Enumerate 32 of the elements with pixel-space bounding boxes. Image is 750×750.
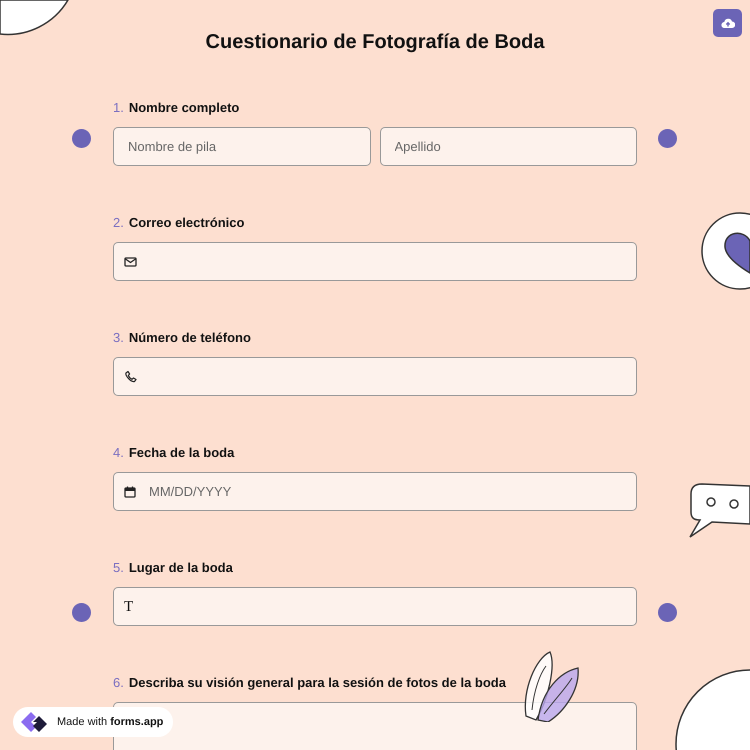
question-label: Describa su visión general para la sesión de fotos de la boda [128, 674, 506, 692]
speech-bubble-drawing [688, 482, 750, 540]
form-title: Cuestionario de Fotografía de Boda [204, 30, 546, 55]
question-number: 5. [113, 559, 124, 577]
leaves-drawing [522, 650, 582, 722]
question-label: Fecha de la boda [128, 444, 234, 462]
input-field[interactable]: MM/DD/YYYY [113, 472, 637, 511]
input-field[interactable] [113, 242, 637, 281]
text-icon: T [124, 598, 134, 614]
question-label: Nombre completo [128, 99, 240, 117]
input-field[interactable]: Nombre de pila [113, 127, 370, 166]
question-label: Número de teléfono [128, 329, 251, 347]
question-number: 3. [113, 329, 124, 347]
question-label: Correo electrónico [128, 214, 244, 232]
input-field[interactable] [113, 357, 637, 396]
question-number: 1. [113, 99, 124, 117]
dot-decoration [72, 603, 91, 622]
dot-decoration [658, 129, 677, 148]
dot-decoration [72, 129, 91, 148]
logo-icon [19, 710, 49, 734]
question-number: 4. [113, 444, 124, 462]
input-field[interactable]: Apellido [380, 127, 637, 166]
question-label: Lugar de la boda [128, 559, 233, 577]
upload-button[interactable] [713, 9, 742, 37]
question-number: 2. [113, 214, 124, 232]
circle-decoration [0, 0, 70, 36]
input-field[interactable] [113, 587, 637, 626]
badge-text: Made with forms.app [57, 716, 164, 728]
made-with-badge[interactable]: Made with forms.app [13, 707, 174, 737]
question-number: 6. [113, 674, 124, 692]
dot-decoration [658, 603, 677, 622]
cloud-upload-icon [720, 17, 734, 29]
